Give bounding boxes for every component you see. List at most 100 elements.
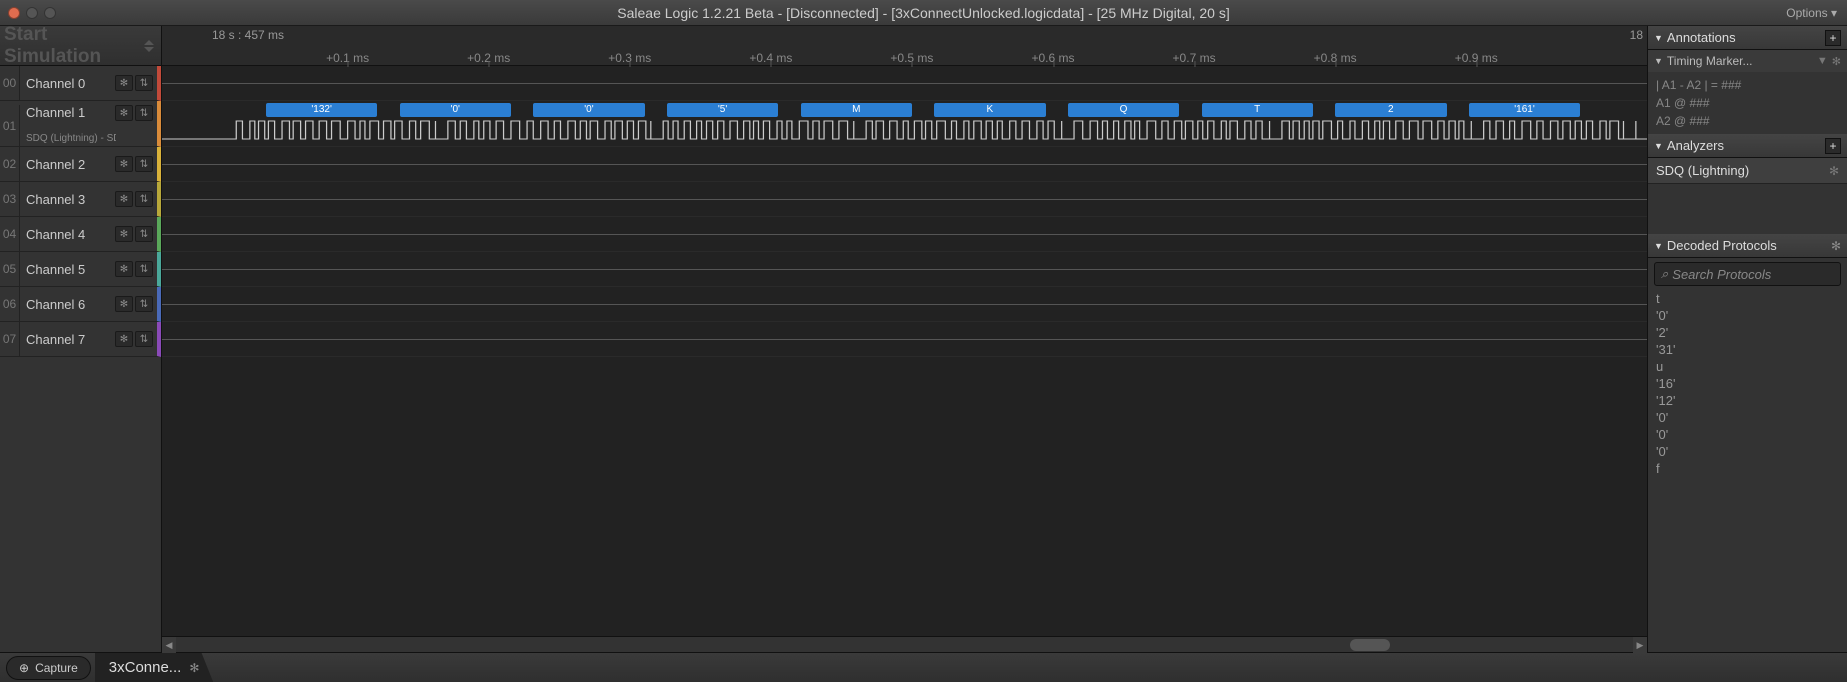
channel-row-03[interactable]: 03Channel 3✻⇅ bbox=[0, 182, 161, 217]
decoded-list-item[interactable]: '0' bbox=[1648, 409, 1847, 426]
decoded-list-item[interactable]: f bbox=[1648, 460, 1847, 477]
analyzers-header[interactable]: ▼ Analyzers + bbox=[1648, 134, 1847, 158]
channel-name[interactable]: Channel 4 bbox=[20, 227, 115, 242]
decoded-byte[interactable]: M bbox=[801, 103, 912, 117]
scrollbar-thumb[interactable] bbox=[1350, 639, 1390, 651]
decoded-list-item[interactable]: '0' bbox=[1648, 307, 1847, 324]
search-placeholder: Search Protocols bbox=[1672, 267, 1771, 282]
add-analyzer-button[interactable]: + bbox=[1825, 138, 1841, 154]
decoded-list-item[interactable]: '31' bbox=[1648, 341, 1847, 358]
channel-settings-icon[interactable]: ✻ bbox=[115, 75, 133, 91]
analyzers-title: Analyzers bbox=[1667, 138, 1724, 153]
channel-row-07[interactable]: 07Channel 7✻⇅ bbox=[0, 322, 161, 357]
window-close-button[interactable] bbox=[8, 7, 20, 19]
start-simulation-button[interactable]: Start Simulation bbox=[0, 26, 161, 66]
stepper-up-icon[interactable] bbox=[144, 40, 154, 45]
add-annotation-button[interactable]: + bbox=[1825, 30, 1841, 46]
decoded-list-item[interactable]: '2' bbox=[1648, 324, 1847, 341]
channel-settings-icon[interactable]: ✻ bbox=[115, 331, 133, 347]
window-minimize-button[interactable] bbox=[26, 7, 38, 19]
scroll-left-button[interactable]: ◀ bbox=[162, 637, 176, 653]
decoded-list-item[interactable]: '12' bbox=[1648, 392, 1847, 409]
channel-row-02[interactable]: 02Channel 2✻⇅ bbox=[0, 147, 161, 182]
decoded-byte[interactable]: '5' bbox=[667, 103, 778, 117]
decoded-settings-icon[interactable]: ✻ bbox=[1831, 239, 1841, 253]
simulation-stepper[interactable] bbox=[144, 40, 157, 52]
horizontal-scrollbar[interactable]: ◀ ▶ bbox=[162, 636, 1647, 652]
decoded-byte[interactable]: '132' bbox=[266, 103, 377, 117]
stepper-down-icon[interactable] bbox=[144, 47, 154, 52]
channel-name[interactable]: Channel 0 bbox=[20, 76, 115, 91]
channel-name[interactable]: Channel 2 bbox=[20, 157, 115, 172]
annotation-value: | A1 - A2 | = ### bbox=[1656, 76, 1839, 94]
channel-name[interactable]: Channel 7 bbox=[20, 332, 115, 347]
waveform-track-00[interactable] bbox=[162, 66, 1647, 101]
channel-trigger-icon[interactable]: ⇅ bbox=[135, 191, 153, 207]
tab-bar: ⊕ Capture 3xConne... ✻ bbox=[0, 652, 1847, 682]
channel-number: 03 bbox=[0, 182, 20, 216]
waveform-track-02[interactable] bbox=[162, 147, 1647, 182]
timing-marker-settings-icon[interactable]: ✻ bbox=[1832, 55, 1841, 68]
channel-settings-icon[interactable]: ✻ bbox=[115, 296, 133, 312]
channel-row-05[interactable]: 05Channel 5✻⇅ bbox=[0, 252, 161, 287]
channel-settings-icon[interactable]: ✻ bbox=[115, 261, 133, 277]
channel-row-00[interactable]: 00Channel 0✻⇅ bbox=[0, 66, 161, 101]
scroll-right-button[interactable]: ▶ bbox=[1633, 637, 1647, 653]
file-tab-settings-icon[interactable]: ✻ bbox=[189, 661, 199, 675]
channel-settings-icon[interactable]: ✻ bbox=[115, 226, 133, 242]
channel-trigger-icon[interactable]: ⇅ bbox=[135, 75, 153, 91]
channel-settings-icon[interactable]: ✻ bbox=[115, 105, 133, 121]
decoded-protocols-header[interactable]: ▼ Decoded Protocols ✻ bbox=[1648, 234, 1847, 258]
decoded-byte[interactable]: Q bbox=[1068, 103, 1179, 117]
channel-trigger-icon[interactable]: ⇅ bbox=[135, 156, 153, 172]
channel-row-06[interactable]: 06Channel 6✻⇅ bbox=[0, 287, 161, 322]
channel-trigger-icon[interactable]: ⇅ bbox=[135, 261, 153, 277]
window-maximize-button[interactable] bbox=[44, 7, 56, 19]
search-protocols-input[interactable]: ⌕ Search Protocols bbox=[1654, 262, 1841, 286]
capture-tab[interactable]: ⊕ Capture bbox=[6, 656, 91, 680]
decoded-byte[interactable]: '0' bbox=[533, 103, 644, 117]
waveform-track-03[interactable] bbox=[162, 182, 1647, 217]
waveform-track-05[interactable] bbox=[162, 252, 1647, 287]
channel-settings-icon[interactable]: ✻ bbox=[115, 156, 133, 172]
time-tick: +0.9 ms bbox=[1455, 51, 1498, 65]
waveform-area[interactable]: 18 s : 457 ms 18 +0.1 ms+0.2 ms+0.3 ms+0… bbox=[162, 26, 1647, 652]
decoded-byte[interactable]: K bbox=[934, 103, 1045, 117]
channel-name[interactable]: Channel 1 bbox=[20, 105, 115, 120]
channel-row-01[interactable]: 01Channel 1SDQ (Lightning) - SDQ (Li✻⇅ bbox=[0, 101, 161, 147]
annotations-title: Annotations bbox=[1667, 30, 1736, 45]
channel-trigger-icon[interactable]: ⇅ bbox=[135, 226, 153, 242]
channel-name[interactable]: Channel 5 bbox=[20, 262, 115, 277]
options-menu[interactable]: Options ▾ bbox=[1786, 6, 1847, 20]
flat-signal bbox=[162, 269, 1647, 270]
analyzer-name: SDQ (Lightning) bbox=[1656, 163, 1749, 178]
channel-trigger-icon[interactable]: ⇅ bbox=[135, 331, 153, 347]
decoded-list-item[interactable]: '16' bbox=[1648, 375, 1847, 392]
analyzer-settings-icon[interactable]: ✻ bbox=[1829, 164, 1839, 178]
channel-number: 01 bbox=[0, 105, 20, 146]
analyzer-item[interactable]: SDQ (Lightning) ✻ bbox=[1648, 158, 1847, 184]
annotations-header[interactable]: ▼ Annotations + bbox=[1648, 26, 1847, 50]
decoded-list-item[interactable]: u bbox=[1648, 358, 1847, 375]
channel-trigger-icon[interactable]: ⇅ bbox=[135, 105, 153, 121]
channel-settings-icon[interactable]: ✻ bbox=[115, 191, 133, 207]
decoded-list-item[interactable]: '0' bbox=[1648, 426, 1847, 443]
timing-marker-header[interactable]: ▼ Timing Marker... ▼ ✻ bbox=[1648, 50, 1847, 72]
channel-name[interactable]: Channel 6 bbox=[20, 297, 115, 312]
channel-trigger-icon[interactable]: ⇅ bbox=[135, 296, 153, 312]
waveform-track-07[interactable] bbox=[162, 322, 1647, 357]
channel-name[interactable]: Channel 3 bbox=[20, 192, 115, 207]
decoded-byte[interactable]: 2 bbox=[1335, 103, 1446, 117]
time-ruler[interactable]: 18 s : 457 ms 18 +0.1 ms+0.2 ms+0.3 ms+0… bbox=[162, 26, 1647, 66]
decoded-byte[interactable]: T bbox=[1202, 103, 1313, 117]
decoded-list-item[interactable]: t bbox=[1648, 290, 1847, 307]
decoded-byte[interactable]: '0' bbox=[400, 103, 511, 117]
channel-row-04[interactable]: 04Channel 4✻⇅ bbox=[0, 217, 161, 252]
waveform-track-06[interactable] bbox=[162, 287, 1647, 322]
decoded-byte[interactable]: '161' bbox=[1469, 103, 1580, 117]
file-tab[interactable]: 3xConne... ✻ bbox=[95, 653, 214, 682]
decoded-list-item[interactable]: '0' bbox=[1648, 443, 1847, 460]
waveform-track-01[interactable]: '132' '0' '0' '5' M K Q T 2 '161' bbox=[162, 101, 1647, 147]
timing-marker-dropdown-icon[interactable]: ▼ bbox=[1817, 55, 1828, 67]
waveform-track-04[interactable] bbox=[162, 217, 1647, 252]
